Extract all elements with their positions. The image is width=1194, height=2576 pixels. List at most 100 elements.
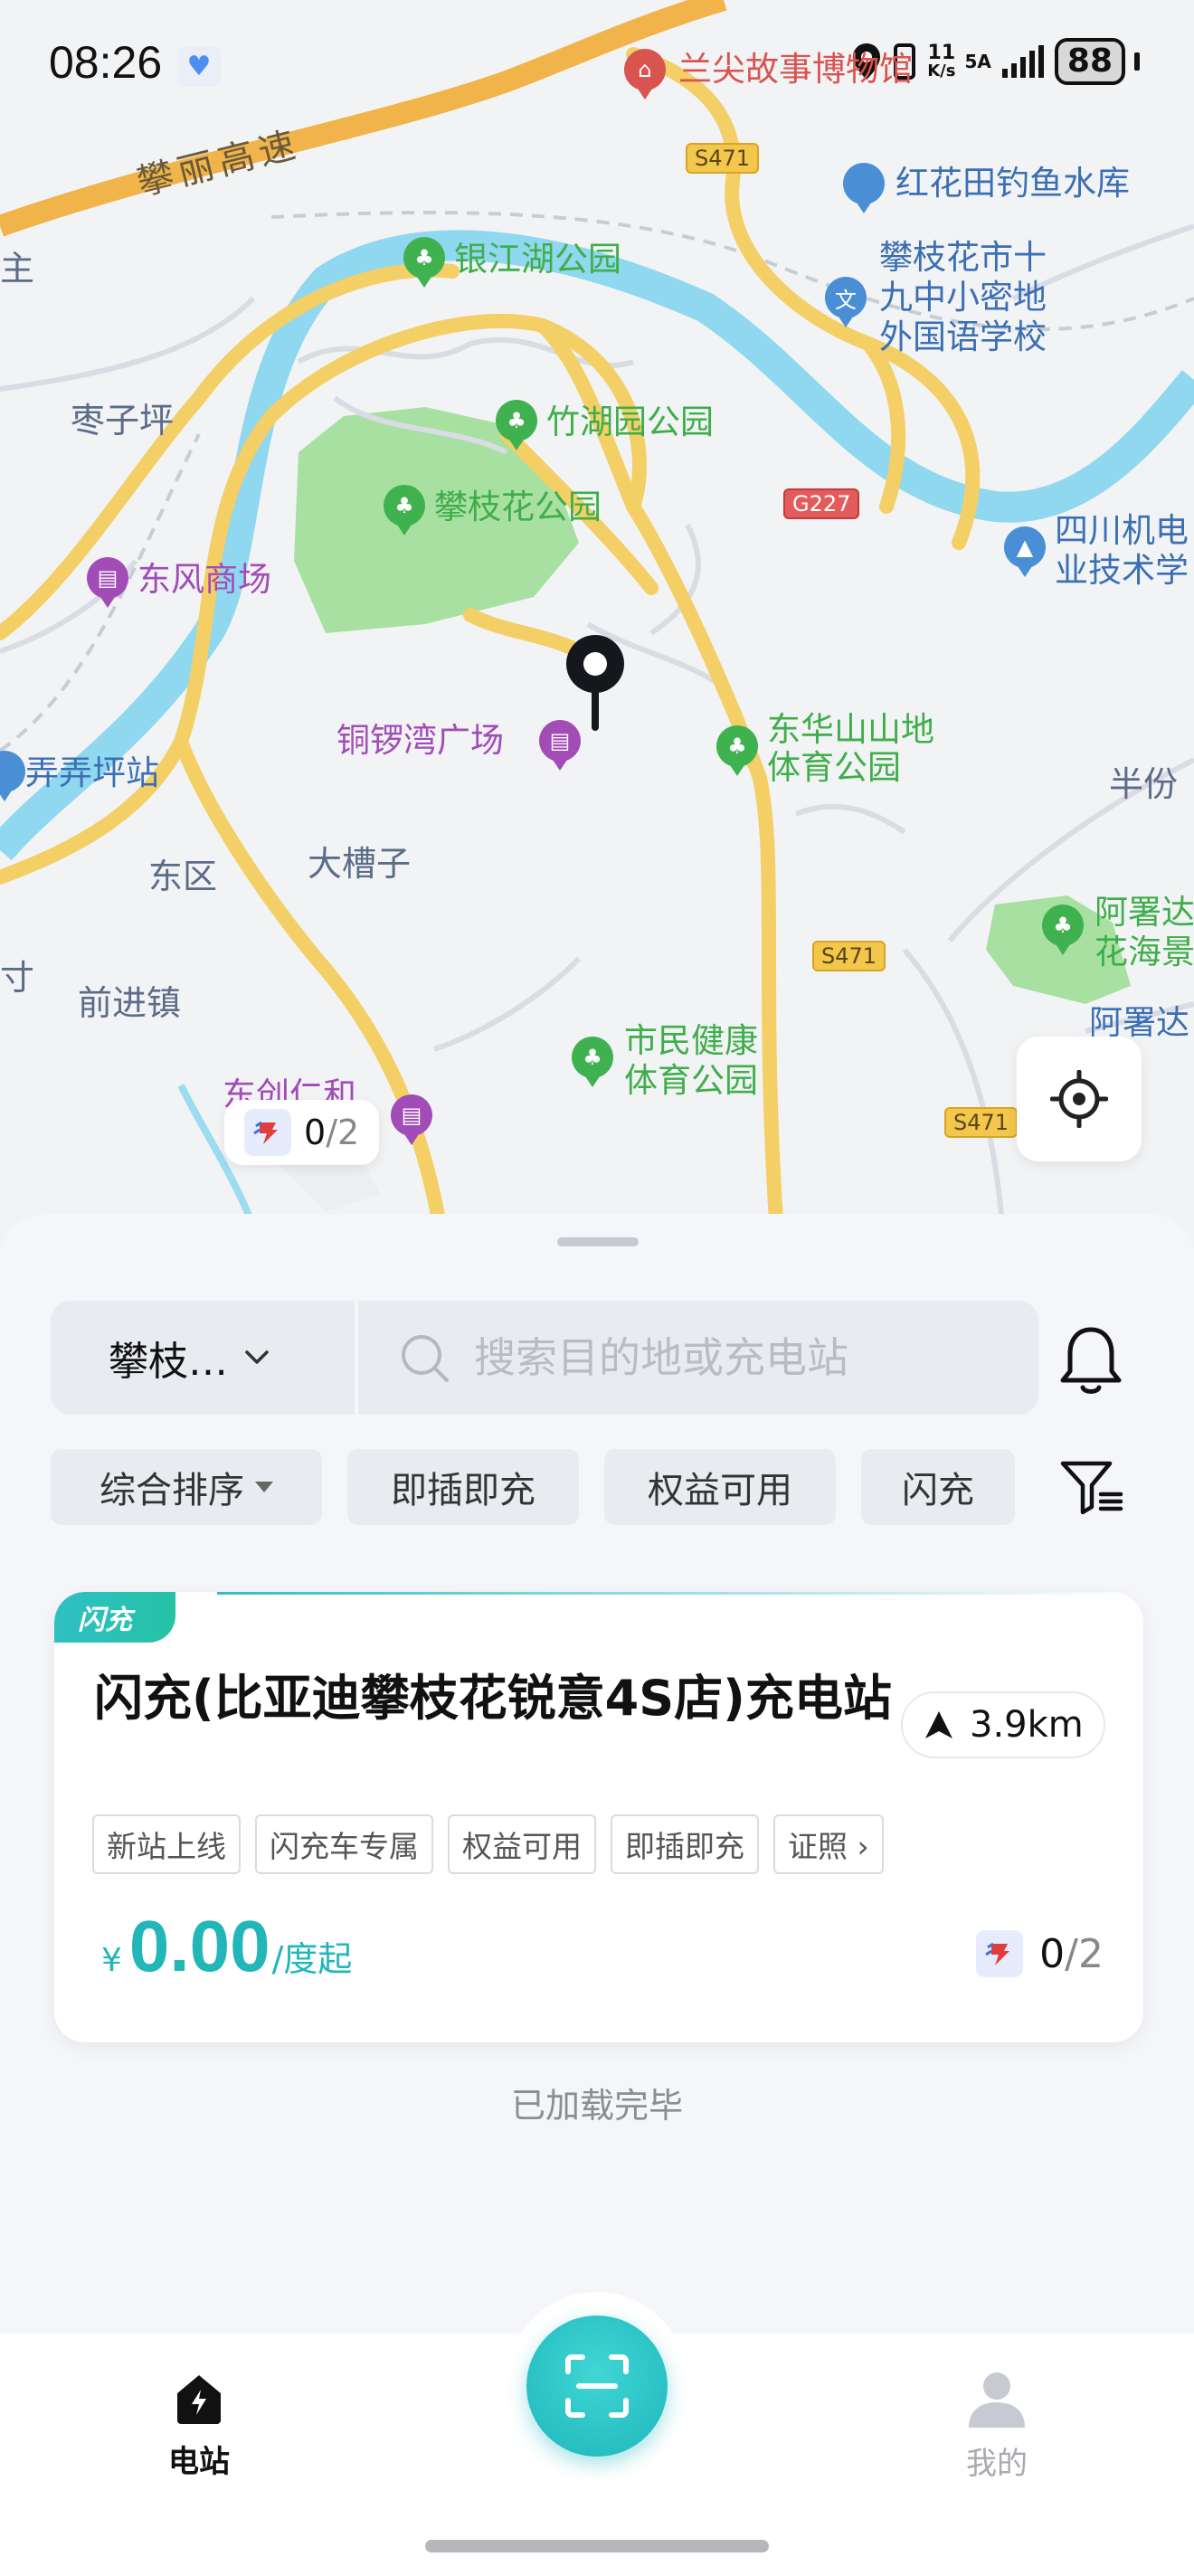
nav-tab-mine[interactable]: 我的	[933, 2370, 1060, 2483]
flash-badge: 闪充	[54, 1592, 175, 1643]
filter-chip-benefits[interactable]: 权益可用	[604, 1449, 836, 1525]
tag-new-station: 新站上线	[92, 1814, 241, 1874]
caret-down-icon	[255, 1482, 273, 1492]
park-pin-icon[interactable]: ♣	[496, 400, 537, 450]
map-label-college-2[interactable]: 业技术学	[1055, 551, 1189, 591]
park-pin-icon[interactable]: ♣	[1042, 904, 1084, 955]
road-shield-s471-mid: S471	[812, 941, 886, 971]
station-name: 闪充(比亚迪攀枝花锐意4S店)充电站	[94, 1670, 892, 1727]
sort-dropdown[interactable]: 综合排序	[51, 1449, 322, 1525]
reservoir-pin-icon[interactable]	[843, 163, 885, 213]
filter-chip-plug-and-charge[interactable]: 即插即充	[347, 1449, 579, 1525]
search-box[interactable]	[358, 1301, 1038, 1415]
scan-button[interactable]	[526, 2316, 668, 2457]
notification-button[interactable]	[1046, 1315, 1136, 1406]
school-pin-icon[interactable]: 文	[825, 277, 867, 327]
park-pin-icon[interactable]: ♣	[403, 237, 445, 288]
mall-pin-icon[interactable]: ▤	[87, 557, 128, 608]
nav-tab-station[interactable]: 电站	[136, 2370, 262, 2481]
status-time: 08:26	[49, 37, 163, 88]
map-label-dongfeng-mall[interactable]: 东风商场	[137, 560, 271, 600]
map-label-nongnongping[interactable]: 弄弄坪站	[25, 753, 159, 793]
city-selector[interactable]: 攀枝…	[51, 1301, 355, 1415]
scan-icon	[565, 2354, 629, 2418]
map-label-zaoziping: 枣子坪	[71, 401, 175, 440]
map-label-banfen: 半份	[1109, 764, 1179, 804]
map-bubble-count: 0/2	[304, 1113, 360, 1152]
locate-me-button[interactable]	[1017, 1037, 1142, 1161]
nav-tab-mine-label: 我的	[966, 2446, 1028, 2482]
total-count: /2	[1065, 1930, 1104, 1977]
flash-charge-icon	[244, 1109, 291, 1156]
map-label-donghua-1[interactable]: 东华山山地	[767, 710, 934, 750]
navigation-arrow-icon	[925, 1711, 952, 1738]
signal-icon	[1001, 45, 1044, 78]
charger-availability: 0/2	[976, 1930, 1104, 1977]
price-value: 0.00	[128, 1906, 270, 1986]
city-label: 攀枝…	[109, 1339, 228, 1385]
map-label-donghua-2[interactable]: 体育公园	[767, 748, 901, 788]
map-label-qianjin: 前进镇	[78, 983, 182, 1023]
signal-label: 5A	[964, 51, 991, 72]
status-bar: 08:26 ♥ 11 K/s 5A 88	[0, 36, 1194, 99]
filter-row: 综合排序 即插即充 权益可用 闪充	[51, 1449, 1145, 1525]
map-label-citizen-2[interactable]: 体育公园	[624, 1061, 758, 1101]
map-label-dacaozi: 大槽子	[308, 844, 412, 884]
search-icon	[402, 1335, 449, 1382]
station-card[interactable]: 闪充 闪充(比亚迪攀枝花锐意4S店)充电站 3.9km 新站上线 闪充车专属 权…	[54, 1592, 1143, 2042]
road-shield-s471-bottom: S471	[944, 1107, 1019, 1138]
map-charger-bubble[interactable]: 0/2	[224, 1100, 380, 1165]
network-speed: 11 K/s	[927, 42, 956, 80]
map-label-edge-2: 寸	[0, 958, 35, 998]
map-label-panzhihua-park[interactable]: 攀枝花公园	[434, 488, 602, 527]
price-unit: /度起	[271, 1939, 353, 1979]
search-row: 攀枝…	[51, 1301, 1145, 1415]
map-label-college-1[interactable]: 四川机电	[1055, 511, 1189, 551]
road-shield-g227: G227	[783, 488, 860, 519]
map-view[interactable]: 08:26 ♥ 11 K/s 5A 88 攀丽高速 ⌂ 兰尖故事博物馆 S471…	[0, 0, 1194, 1248]
station-home-icon	[177, 2375, 221, 2424]
map-label-ashu-1[interactable]: 阿署达	[1094, 893, 1194, 933]
museum-pin-icon[interactable]: ⌂	[624, 49, 666, 99]
filter-chip-flash[interactable]: 闪充	[861, 1449, 1015, 1525]
map-label-east-district: 东区	[148, 857, 218, 896]
chevron-down-icon	[245, 1350, 269, 1364]
map-label-school-2[interactable]: 九中小密地	[879, 278, 1047, 317]
price: ¥ 0.00 /度起	[101, 1905, 352, 1988]
map-label-museum[interactable]: 兰尖故事博物馆	[678, 50, 913, 90]
map-label-reservoir[interactable]: 红花田钓鱼水库	[896, 164, 1130, 204]
nav-tab-station-label: 电站	[168, 2444, 230, 2480]
navigate-distance-button[interactable]: 3.9km	[901, 1691, 1105, 1758]
list-end-label: 已加载完毕	[510, 2086, 683, 2126]
filter-button[interactable]	[1051, 1449, 1132, 1525]
map-label-zhuhu-park[interactable]: 竹湖园公园	[546, 402, 714, 442]
station-tags: 新站上线 闪充车专属 权益可用 即插即充 证照 ›	[92, 1814, 884, 1874]
tag-flash-exclusive: 闪充车专属	[255, 1814, 433, 1874]
shop-pin-icon[interactable]: ▤	[391, 1094, 432, 1145]
price-currency: ¥	[101, 1942, 122, 1979]
map-location-pin-icon[interactable]	[563, 631, 628, 733]
map-label-ashu-2[interactable]: 花海景	[1094, 933, 1194, 972]
license-link[interactable]: 证照 ›	[773, 1814, 884, 1874]
home-indicator[interactable]	[425, 2540, 769, 2552]
sort-label: 综合排序	[100, 1470, 244, 1511]
battery-indicator: 88	[1054, 38, 1125, 85]
tag-plug-and-charge: 即插即充	[611, 1814, 759, 1874]
map-label-yinjiang-park[interactable]: 银江湖公园	[454, 240, 621, 279]
map-label-tongluowan[interactable]: 铜锣湾广场	[336, 721, 504, 761]
college-pin-icon[interactable]: ▲	[1004, 526, 1046, 577]
search-input[interactable]	[474, 1333, 1017, 1382]
sheet-drag-handle[interactable]	[557, 1237, 639, 1246]
park-pin-icon[interactable]: ♣	[716, 725, 758, 776]
map-label-citizen-1[interactable]: 市民健康	[624, 1021, 758, 1061]
park-pin-icon[interactable]: ♣	[384, 485, 425, 535]
station-list-sheet[interactable]: 攀枝… 综合排序 即插即充 权益可用 闪充	[0, 1214, 1194, 2335]
battery-tip	[1134, 52, 1140, 71]
map-label-school-3[interactable]: 外国语学校	[879, 317, 1047, 357]
available-count: 0	[1039, 1930, 1066, 1977]
road-shield-s471-top: S471	[686, 143, 760, 174]
crosshair-icon	[1050, 1070, 1108, 1128]
distance-label: 3.9km	[970, 1704, 1084, 1746]
park-pin-icon[interactable]: ♣	[572, 1037, 613, 1087]
map-label-school-1[interactable]: 攀枝花市十	[879, 238, 1047, 278]
